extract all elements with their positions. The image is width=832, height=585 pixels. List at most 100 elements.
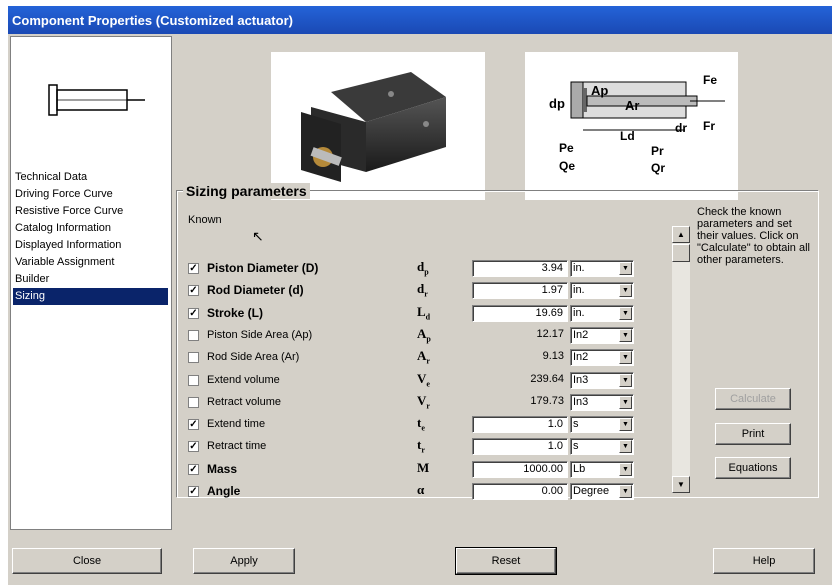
chevron-down-icon[interactable]: ▼ <box>619 351 632 364</box>
mouse-cursor-icon: ↖ <box>252 228 264 244</box>
chevron-down-icon[interactable]: ▼ <box>619 485 632 498</box>
parameter-checkbox[interactable] <box>188 396 199 408</box>
symbol-subscript: r <box>421 445 425 455</box>
chevron-down-icon[interactable]: ▼ <box>619 418 632 431</box>
symbol-subscript: p <box>426 334 431 344</box>
chevron-down-icon[interactable]: ▼ <box>619 262 632 275</box>
nav-item[interactable]: Sizing <box>13 288 168 305</box>
unit-select[interactable]: In3 ▼ <box>570 372 634 389</box>
diag-pe: Pe <box>559 141 574 155</box>
nav-item[interactable]: Technical Data <box>13 169 168 186</box>
parameter-value-field[interactable]: 3.94 <box>472 260 568 277</box>
unit-value: s <box>573 440 579 452</box>
help-button[interactable]: Help <box>713 548 815 574</box>
unit-select[interactable]: s ▼ <box>570 416 634 433</box>
actuator-schematic: dp Ap Ar Fe Fr dr Ld Pe Qe Pr Qr <box>525 52 738 200</box>
diag-ar: Ar <box>625 98 639 113</box>
diag-fe: Fe <box>703 73 717 87</box>
chevron-down-icon[interactable]: ▼ <box>619 440 632 453</box>
unit-select[interactable]: In3 ▼ <box>570 394 634 411</box>
parameter-label: Angle <box>207 484 241 498</box>
parameter-row: ✓ Angle <box>188 481 240 501</box>
nav-item[interactable]: Resistive Force Curve <box>13 203 168 220</box>
unit-select[interactable]: Degree ▼ <box>570 483 634 500</box>
print-button[interactable]: Print <box>715 423 791 445</box>
actuator-thumbnail-icon <box>48 84 145 116</box>
calculate-button[interactable]: Calculate <box>715 388 791 410</box>
parameter-label: Extend time <box>207 418 266 430</box>
nav-item[interactable]: Displayed Information <box>13 237 168 254</box>
diag-qr: Qr <box>651 161 665 175</box>
parameter-row: ✓ Retract time <box>188 436 266 456</box>
parameter-checkbox[interactable]: ✓ <box>188 262 199 274</box>
unit-select[interactable]: in. ▼ <box>570 305 634 322</box>
parameter-symbol: Ve <box>417 371 430 389</box>
symbol-letter: L <box>417 304 426 319</box>
unit-value: in. <box>573 284 585 296</box>
parameter-checkbox[interactable] <box>188 374 199 386</box>
parameter-checkbox[interactable] <box>188 329 199 341</box>
unit-select[interactable]: in. ▼ <box>570 260 634 277</box>
chevron-down-icon[interactable]: ▼ <box>619 329 632 342</box>
parameter-symbol: Ar <box>417 348 430 366</box>
parameter-checkbox[interactable]: ✓ <box>188 307 199 319</box>
parameter-checkbox[interactable]: ✓ <box>188 485 199 497</box>
scroll-thumb[interactable] <box>672 244 690 262</box>
scroll-up-icon[interactable]: ▲ <box>672 226 690 243</box>
parameter-symbol: tr <box>417 437 425 455</box>
reset-button[interactable]: Reset <box>455 547 557 575</box>
nav-item[interactable]: Variable Assignment <box>13 254 168 271</box>
parameter-label: Rod Diameter (d) <box>207 283 304 297</box>
chevron-down-icon[interactable]: ▼ <box>619 284 632 297</box>
symbol-letter: M <box>417 460 430 475</box>
parameter-value-field: 12.17 <box>536 328 564 340</box>
parameter-value-field[interactable]: 1.97 <box>472 282 568 299</box>
left-pane: Technical Data Driving Force Curve Resisti… <box>10 36 172 530</box>
parameter-symbol: M <box>417 460 429 478</box>
unit-select[interactable]: In2 ▼ <box>570 349 634 366</box>
symbol-letter: V <box>417 371 427 386</box>
scroll-down-icon[interactable]: ▼ <box>672 476 690 493</box>
parameter-row: ✓ Mass <box>188 459 237 479</box>
parameter-label: Retract time <box>207 440 267 452</box>
chevron-down-icon[interactable]: ▼ <box>619 307 632 320</box>
symbol-subscript: p <box>424 267 429 277</box>
parameter-checkbox[interactable]: ✓ <box>188 440 199 452</box>
parameter-checkbox[interactable]: ✓ <box>188 463 199 475</box>
nav-item[interactable]: Builder <box>13 271 168 288</box>
unit-select[interactable]: In2 ▼ <box>570 327 634 344</box>
diag-ld: Ld <box>620 129 635 143</box>
unit-select[interactable]: in. ▼ <box>570 282 634 299</box>
parameter-scrollbar[interactable]: ▲ ▼ <box>672 226 690 493</box>
known-label: Known <box>188 214 222 226</box>
unit-value: in. <box>573 307 585 319</box>
parameter-value-field[interactable]: 0.00 <box>472 483 568 500</box>
symbol-subscript: r <box>424 289 428 299</box>
unit-select[interactable]: Lb ▼ <box>570 461 634 478</box>
chevron-down-icon[interactable]: ▼ <box>619 396 632 409</box>
parameter-checkbox[interactable] <box>188 351 199 363</box>
parameter-value-field[interactable]: 19.69 <box>472 305 568 322</box>
parameter-row: Rod Side Area (Ar) <box>188 347 299 367</box>
unit-select[interactable]: s ▼ <box>570 438 634 455</box>
diag-ap: Ap <box>591 83 608 98</box>
parameter-value-field[interactable]: 1000.00 <box>472 461 568 478</box>
close-button[interactable]: Close <box>12 548 162 574</box>
parameter-symbol: dp <box>417 259 429 277</box>
parameter-symbol: Ap <box>417 326 431 344</box>
parameter-value-field[interactable]: 1.0 <box>472 438 568 455</box>
nav-item[interactable]: Driving Force Curve <box>13 186 168 203</box>
symbol-letter: A <box>417 326 427 341</box>
unit-value: In2 <box>573 329 589 341</box>
parameter-checkbox[interactable]: ✓ <box>188 284 199 296</box>
chevron-down-icon[interactable]: ▼ <box>619 463 632 476</box>
parameter-label: Retract volume <box>207 396 281 408</box>
parameter-value-field: 179.73 <box>530 395 564 407</box>
parameter-checkbox[interactable]: ✓ <box>188 418 199 430</box>
chevron-down-icon[interactable]: ▼ <box>619 374 632 387</box>
nav-item[interactable]: Catalog Information <box>13 220 168 237</box>
parameter-row: ✓ Extend time <box>188 414 265 434</box>
parameter-value-field[interactable]: 1.0 <box>472 416 568 433</box>
equations-button[interactable]: Equations <box>715 457 791 479</box>
apply-button[interactable]: Apply <box>193 548 295 574</box>
